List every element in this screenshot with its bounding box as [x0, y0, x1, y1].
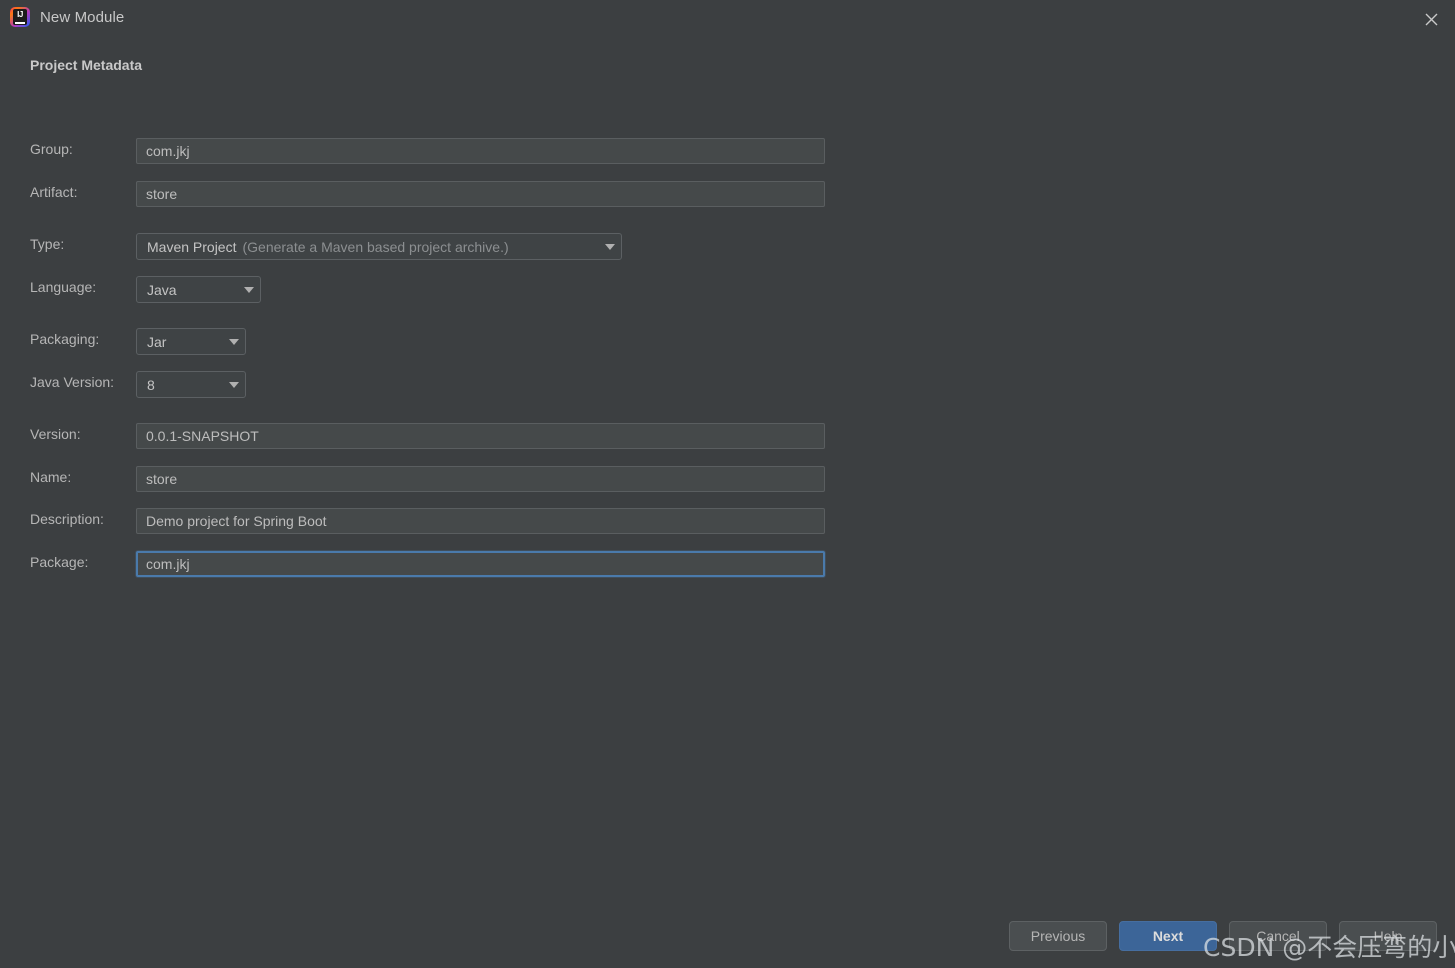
- dialog-body: Project Metadata Group: com.jkj Artifact…: [0, 40, 1455, 968]
- language-value: Java: [147, 281, 177, 298]
- packaging-value: Jar: [147, 333, 167, 350]
- close-icon[interactable]: [1408, 0, 1455, 38]
- version-input[interactable]: 0.0.1-SNAPSHOT: [136, 423, 825, 449]
- language-dropdown[interactable]: Java: [136, 276, 261, 303]
- java-version-dropdown[interactable]: 8: [136, 371, 246, 398]
- language-label: Language:: [30, 279, 97, 295]
- name-label: Name:: [30, 469, 72, 485]
- titlebar-left-group: IJ New Module: [10, 7, 124, 27]
- package-label: Package:: [30, 554, 89, 570]
- packaging-label: Packaging:: [30, 331, 100, 347]
- help-button[interactable]: Help: [1339, 921, 1437, 951]
- dialog-button-bar: Previous Next Cancel Help: [1009, 921, 1437, 951]
- window-title: New Module: [40, 8, 125, 26]
- next-button[interactable]: Next: [1119, 921, 1217, 951]
- artifact-label: Artifact:: [30, 184, 78, 200]
- group-input[interactable]: com.jkj: [136, 138, 825, 164]
- version-label: Version:: [30, 426, 81, 442]
- chevron-down-icon: [229, 338, 239, 345]
- java-version-label: Java Version:: [30, 374, 115, 390]
- previous-button[interactable]: Previous: [1009, 921, 1107, 951]
- section-title: Project Metadata: [30, 57, 143, 73]
- dialog-titlebar: IJ New Module: [0, 0, 1455, 40]
- java-version-value: 8: [147, 376, 155, 393]
- chevron-down-icon: [244, 286, 254, 293]
- description-label: Description:: [30, 511, 104, 527]
- intellij-idea-icon: IJ: [10, 7, 30, 27]
- chevron-down-icon: [229, 381, 239, 388]
- package-input[interactable]: com.jkj: [136, 551, 825, 577]
- type-value: Maven Project: [147, 238, 237, 255]
- artifact-input[interactable]: store: [136, 181, 825, 207]
- type-label: Type:: [30, 236, 65, 252]
- name-input[interactable]: store: [136, 466, 825, 492]
- packaging-dropdown[interactable]: Jar: [136, 328, 246, 355]
- type-hint: (Generate a Maven based project archive.…: [242, 238, 509, 255]
- type-dropdown[interactable]: Maven Project (Generate a Maven based pr…: [136, 233, 622, 260]
- description-input[interactable]: Demo project for Spring Boot: [136, 508, 825, 534]
- group-label: Group:: [30, 141, 73, 157]
- chevron-down-icon: [605, 243, 615, 250]
- cancel-button[interactable]: Cancel: [1229, 921, 1327, 951]
